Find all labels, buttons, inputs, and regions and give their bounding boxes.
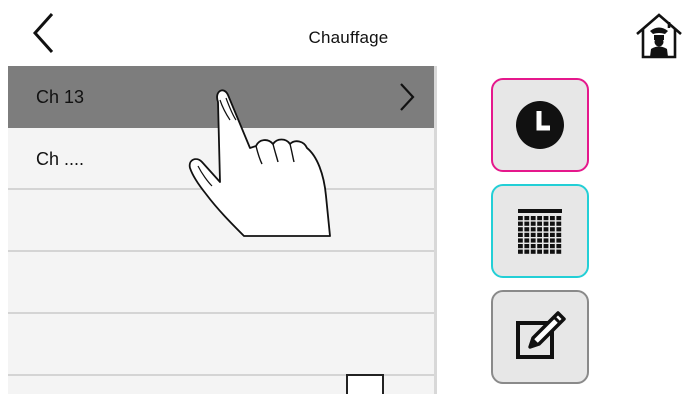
panel-divider: [434, 66, 437, 394]
list-item[interactable]: Ch 13: [8, 66, 434, 128]
calendar-button[interactable]: [491, 184, 589, 278]
scroll-handle[interactable]: [346, 374, 384, 394]
home-button[interactable]: [634, 12, 684, 60]
list-item-label: Ch 13: [36, 87, 85, 107]
page-title: Chauffage: [308, 28, 389, 47]
schedule-clock-button[interactable]: [491, 78, 589, 172]
list-item[interactable]: Ch ....: [8, 128, 434, 190]
chevron-right-icon: [400, 83, 415, 111]
header-bar: Chauffage: [0, 0, 697, 66]
list-item-label: Ch ....: [36, 149, 85, 169]
edit-button[interactable]: [491, 290, 589, 384]
list-item[interactable]: [8, 190, 434, 252]
calendar-grid-icon: [518, 209, 562, 254]
clock-icon: [516, 101, 564, 149]
home-burglar-icon: [636, 13, 682, 59]
list-item[interactable]: [8, 314, 434, 376]
heating-screen: Chauffage Ch 13 Ch ....: [0, 0, 697, 394]
channel-list: Ch 13 Ch ....: [8, 66, 434, 394]
list-item[interactable]: [8, 252, 434, 314]
edit-icon: [516, 311, 566, 359]
